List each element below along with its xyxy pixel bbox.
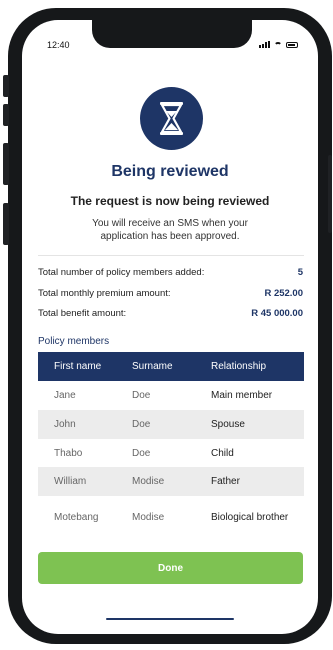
table-row: William Modise Father	[38, 467, 304, 496]
done-button[interactable]: Done	[38, 552, 303, 584]
hourglass-badge	[140, 87, 203, 150]
table-row: Motebang Modise Biological brother	[38, 496, 304, 538]
page-title: Being reviewed	[111, 163, 229, 180]
cell-relationship: Father	[211, 476, 240, 487]
home-indicator[interactable]	[106, 618, 234, 620]
cell-first-name: John	[54, 419, 76, 430]
summary-label: Total monthly premium amount:	[38, 288, 171, 299]
policy-members-label: Policy members	[38, 336, 110, 347]
cell-surname: Modise	[132, 476, 165, 487]
cell-relationship: Child	[211, 447, 234, 459]
summary-label: Total number of policy members added:	[38, 267, 205, 278]
cell-relationship: Main member	[211, 390, 273, 401]
volume-up-button	[3, 104, 9, 126]
volume-down-button	[3, 143, 9, 185]
wifi-icon	[274, 41, 282, 48]
column-header-surname: Surname	[132, 361, 173, 372]
cell-first-name: Thabo	[54, 447, 83, 459]
table-row: Jane Doe Main member	[38, 381, 304, 410]
page-description: You will receive an SMS when your applic…	[92, 218, 248, 242]
phone-screen: 12:40 Being reviewed The request is now …	[22, 20, 318, 634]
cell-relationship: Biological brother	[211, 511, 289, 523]
summary-value: R 45 000.00	[251, 308, 303, 319]
summary-value: R 252.00	[264, 288, 303, 299]
status-icons	[259, 41, 298, 48]
page-subtitle: The request is now being reviewed	[70, 194, 270, 208]
cell-surname: Modise	[132, 511, 165, 523]
summary-label: Total benefit amount:	[38, 308, 127, 319]
summary-row-benefit: Total benefit amount: R 45 000.00	[38, 308, 303, 322]
table-row: Thabo Doe Child	[38, 439, 304, 467]
summary-value: 5	[297, 267, 303, 278]
column-header-relationship: Relationship	[211, 361, 267, 372]
cell-first-name: William	[54, 476, 87, 487]
notch	[92, 20, 252, 48]
summary-row-members: Total number of policy members added: 5	[38, 267, 303, 281]
column-header-first-name: First name	[54, 361, 102, 372]
cell-first-name: Jane	[54, 390, 76, 401]
cell-first-name: Motebang	[54, 511, 99, 523]
status-time: 12:40	[47, 40, 70, 50]
signal-icon	[259, 41, 270, 48]
policy-members-table: First name Surname Relationship Jane Doe…	[38, 352, 304, 538]
silent-switch	[3, 75, 9, 97]
divider	[38, 255, 304, 256]
volume-down-button-2	[3, 203, 9, 245]
power-button	[328, 155, 332, 233]
cell-surname: Doe	[132, 390, 151, 401]
summary-row-premium: Total monthly premium amount: R 252.00	[38, 288, 303, 302]
cell-surname: Doe	[132, 447, 151, 459]
hourglass-icon	[160, 102, 183, 135]
table-header: First name Surname Relationship	[38, 352, 304, 381]
cell-relationship: Spouse	[211, 419, 245, 430]
battery-icon	[286, 41, 298, 48]
cell-surname: Doe	[132, 419, 151, 430]
table-row: John Doe Spouse	[38, 410, 304, 439]
